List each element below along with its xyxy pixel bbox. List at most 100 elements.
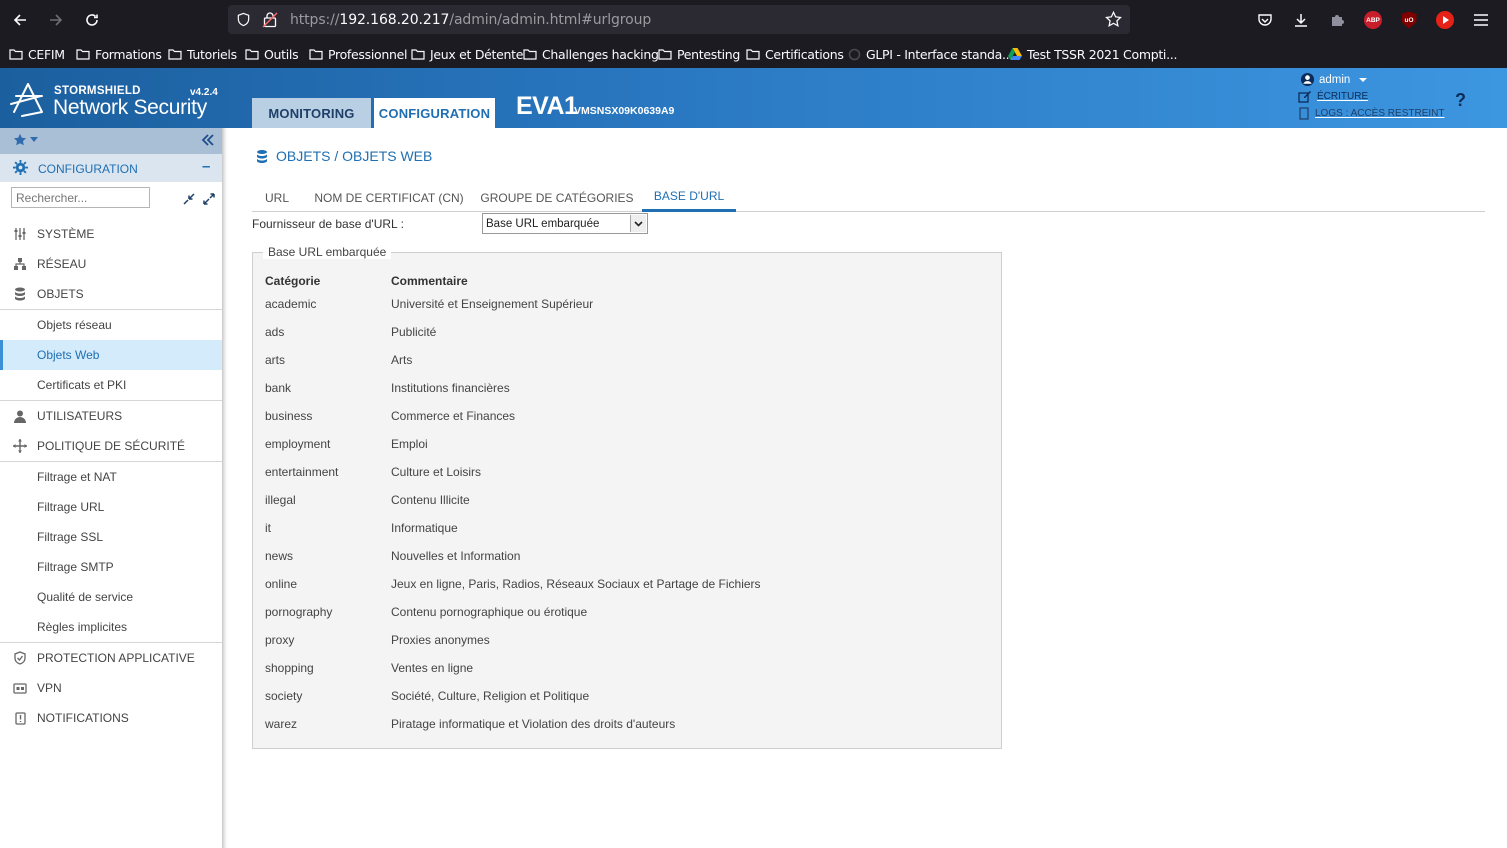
bookmark-folder[interactable]: CEFIM — [9, 45, 65, 63]
bookmark-folder[interactable]: Professionnel — [309, 45, 407, 63]
table-row: bank Institutions financières — [265, 381, 510, 395]
sidebar-item-filtrage-nat[interactable]: Filtrage et NAT — [0, 462, 222, 492]
menu-hamburger-icon[interactable] — [1469, 8, 1493, 32]
folder-icon — [309, 49, 323, 60]
sidebar-item-filtrage-smtp[interactable]: Filtrage SMTP — [0, 552, 222, 582]
shield-icon — [237, 12, 250, 27]
tab-monitoring[interactable]: MONITORING — [252, 98, 371, 128]
sidebar-item-label: PROTECTION APPLICATIVE — [37, 651, 195, 665]
bookmark-folder[interactable]: Certifications — [746, 45, 844, 63]
address-bar[interactable]: https://192.168.20.217/admin/admin.html#… — [228, 5, 1130, 34]
sidebar-item-certificats-pki[interactable]: Certificats et PKI — [0, 370, 222, 400]
collapse-sidebar-button[interactable] — [201, 133, 215, 150]
folder-icon — [411, 49, 425, 60]
sidebar-item-protection-applicative[interactable]: PROTECTION APPLICATIVE — [0, 643, 222, 673]
download-icon[interactable] — [1289, 8, 1313, 32]
sliders-icon — [12, 226, 28, 242]
tab-url-database[interactable]: BASE D'URL — [642, 183, 736, 212]
chevron-down-icon[interactable] — [630, 215, 646, 232]
sidebar-item-qualite-service[interactable]: Qualité de service — [0, 582, 222, 612]
tab-certificate-name[interactable]: NOM DE CERTIFICAT (CN) — [314, 183, 464, 212]
bookmark-folder[interactable]: Jeux et Détente — [411, 45, 523, 63]
sidebar-item-label: POLITIQUE DE SÉCURITÉ — [37, 439, 186, 453]
pocket-icon[interactable] — [1253, 8, 1277, 32]
url-text: https://192.168.20.217/admin/admin.html#… — [290, 12, 652, 28]
extension-puzzle-icon[interactable] — [1325, 8, 1349, 32]
forward-button[interactable] — [44, 8, 68, 32]
edit-icon — [1298, 91, 1311, 103]
double-chevron-left-icon — [201, 134, 214, 146]
url-base-fieldset: Base URL embarquée Catégorie Commentaire… — [252, 245, 1002, 749]
column-header-comment: Commentaire — [391, 274, 468, 288]
youtube-extension-icon[interactable] — [1433, 8, 1457, 32]
menu-search-input[interactable] — [11, 187, 150, 208]
tab-category-group[interactable]: GROUPE DE CATÉGORIES — [480, 183, 634, 212]
sidebar-item-objets-web[interactable]: Objets Web — [0, 340, 222, 370]
lock-warning-icon[interactable] — [262, 11, 278, 28]
bookmark-link[interactable]: Test TSSR 2021 Compti... — [1008, 45, 1177, 63]
sidebar-item-label: RÉSEAU — [37, 257, 87, 271]
breadcrumb: OBJETS / OBJETS WEB — [256, 148, 432, 164]
back-button[interactable] — [8, 8, 32, 32]
database-icon — [257, 149, 267, 163]
table-row: entertainment Culture et Loisirs — [265, 465, 482, 479]
favorites-menu[interactable] — [13, 133, 38, 147]
sidebar-item-objets-reseau[interactable]: Objets réseau — [0, 310, 222, 340]
adblock-plus-icon[interactable]: ABP — [1361, 8, 1385, 32]
folder-icon — [9, 49, 23, 60]
reload-button[interactable] — [80, 8, 104, 32]
logs-access-link[interactable]: LOGS : ACCÈS RESTREINT — [1298, 107, 1444, 120]
sidebar-item-label: UTILISATEURS — [37, 409, 123, 423]
stormshield-logo-icon — [10, 83, 43, 117]
sidebar-item-label: SYSTÈME — [37, 227, 95, 241]
collapse-all-icon[interactable] — [183, 193, 195, 208]
sidebar-item-vpn[interactable]: VPN — [0, 673, 222, 703]
sidebar-item-filtrage-url[interactable]: Filtrage URL — [0, 492, 222, 522]
bookmark-folder[interactable]: Tutoriels — [168, 45, 237, 63]
firewall-serial: VMSNSX09K0639A9 — [574, 105, 675, 117]
expand-all-icon[interactable] — [203, 193, 215, 208]
table-row: pornography Contenu pornographique ou éro… — [265, 605, 588, 619]
sidebar-item-label: Règles implicites — [37, 620, 128, 634]
firewall-name: EVA1 — [516, 92, 578, 120]
sidebar-item-filtrage-ssl[interactable]: Filtrage SSL — [0, 522, 222, 552]
sidebar-item-utilisateurs[interactable]: UTILISATEURS — [0, 401, 222, 431]
tab-configuration[interactable]: CONFIGURATION — [374, 98, 495, 128]
sidebar-item-objets[interactable]: OBJETS — [0, 279, 222, 309]
help-button[interactable]: ? — [1455, 90, 1466, 111]
bookmark-folder[interactable]: Formations — [76, 45, 162, 63]
app-header: STORMSHIELD Network Security v4.2.4 MONI… — [0, 68, 1507, 128]
provider-select[interactable]: Base URL embarquée — [482, 213, 648, 234]
sidebar-item-label: Filtrage et NAT — [37, 470, 117, 484]
sidebar-item-label: Filtrage SMTP — [37, 560, 114, 574]
document-icon — [1299, 107, 1309, 120]
sidebar-item-systeme[interactable]: SYSTÈME — [0, 219, 222, 249]
star-bookmark-icon[interactable] — [1105, 11, 1122, 28]
sidebar-item-regles-implicites[interactable]: Règles implicites — [0, 612, 222, 642]
chevron-down-icon — [1359, 77, 1368, 82]
bookmark-folder[interactable]: Pentesting — [658, 45, 740, 63]
sidebar-item-label: NOTIFICATIONS — [37, 711, 129, 725]
write-mode-link[interactable]: ÉCRITURE — [1298, 90, 1368, 103]
caret-down-icon — [30, 137, 38, 142]
configuration-section-header[interactable]: CONFIGURATION – — [0, 154, 222, 182]
sidebar-item-reseau[interactable]: RÉSEAU — [0, 249, 222, 279]
sidebar-item-label: Qualité de service — [37, 590, 134, 604]
browser-toolbar: https://192.168.20.217/admin/admin.html#… — [0, 0, 1507, 68]
column-header-category: Catégorie — [265, 274, 321, 288]
provider-select-value: Base URL embarquée — [486, 218, 600, 230]
sidebar-item-notifications[interactable]: NOTIFICATIONS — [0, 703, 222, 733]
sidebar-item-politique-securite[interactable]: POLITIQUE DE SÉCURITÉ — [0, 431, 222, 461]
sidebar-item-label: OBJETS — [37, 287, 84, 301]
sidebar-item-label: VPN — [37, 681, 62, 695]
tab-url[interactable]: URL — [252, 183, 302, 212]
user-menu[interactable]: admin — [1300, 72, 1368, 87]
ublock-origin-icon[interactable]: uO — [1397, 8, 1421, 32]
bookmark-folder[interactable]: Outils — [245, 45, 299, 63]
collapse-section-icon[interactable]: – — [202, 158, 210, 175]
table-row: business Commerce et Finances — [265, 409, 516, 423]
bookmark-folder[interactable]: Challenges hacking — [523, 45, 659, 63]
notification-icon — [12, 710, 28, 726]
bookmark-link[interactable]: GLPI - Interface standa... — [848, 45, 1013, 63]
table-row: employment Emploi — [265, 437, 428, 451]
